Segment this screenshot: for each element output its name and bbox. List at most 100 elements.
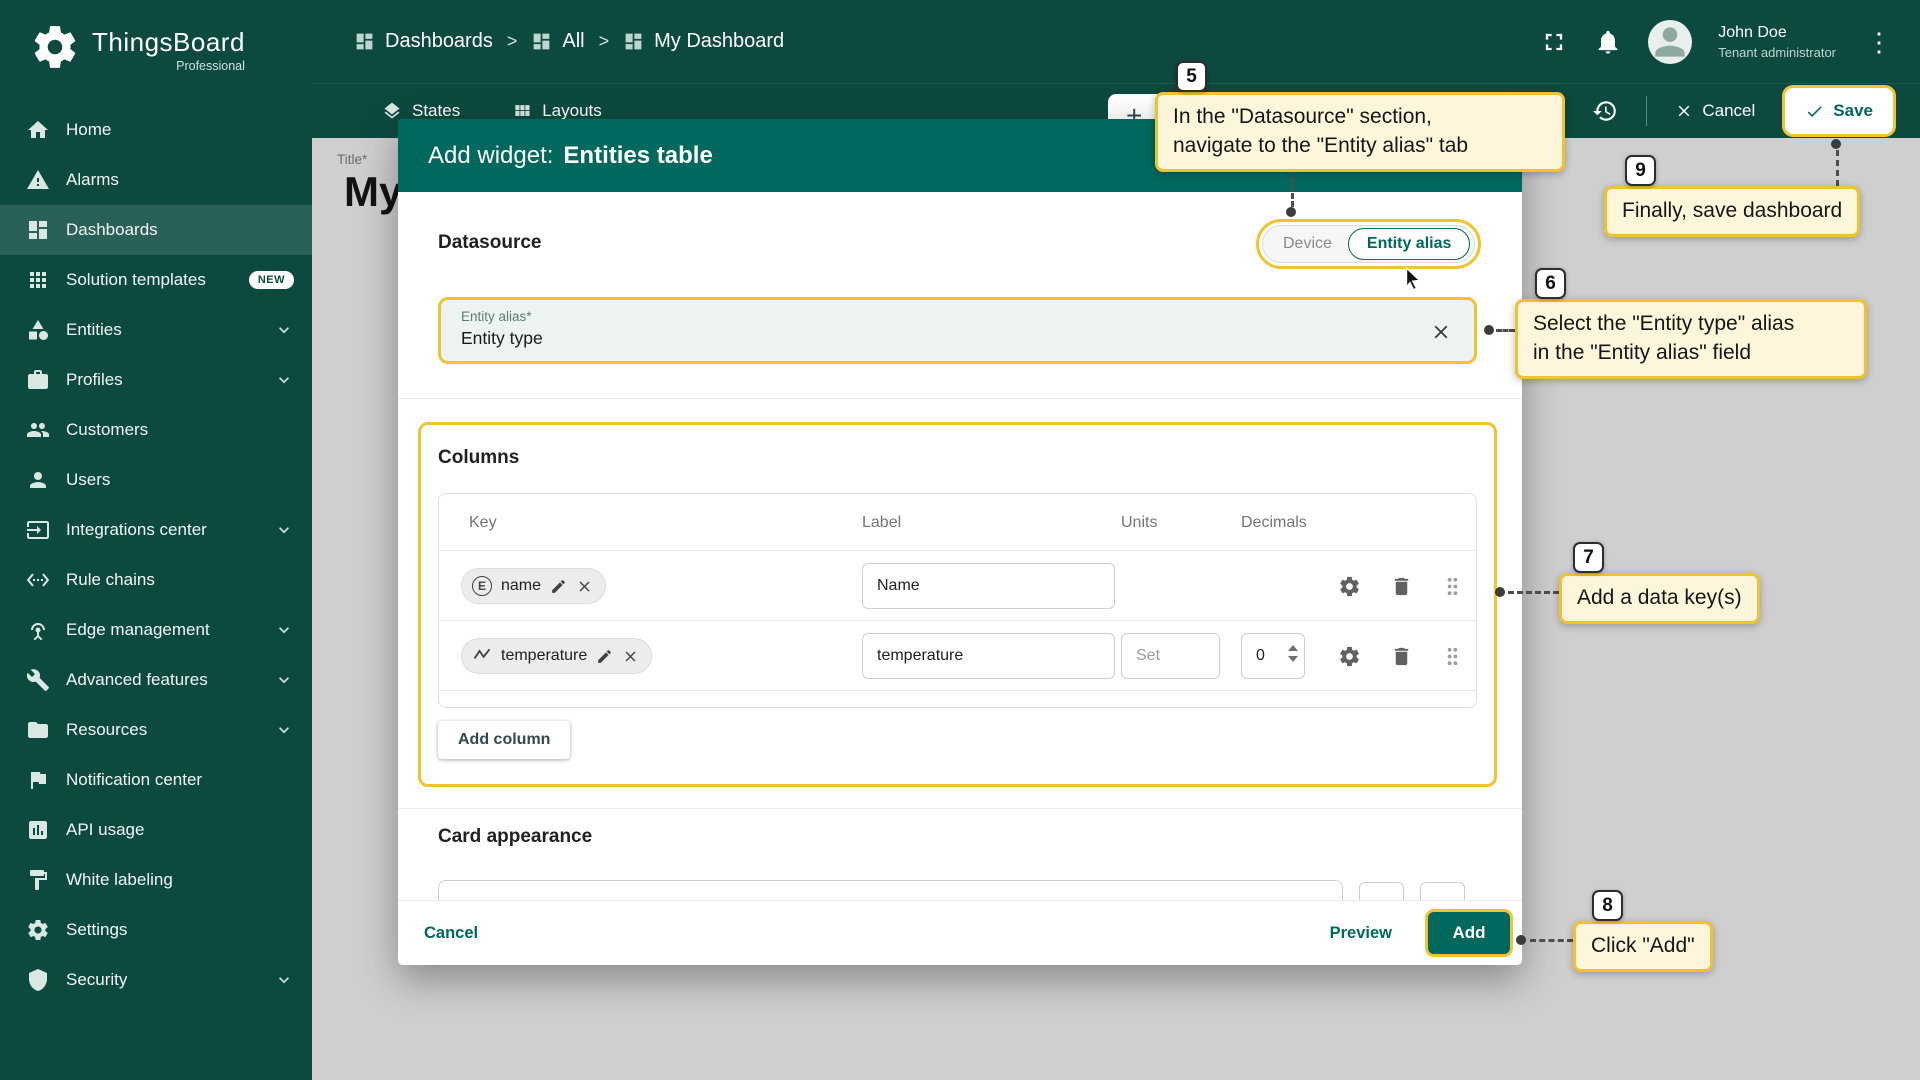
remove-datakey-icon[interactable] <box>622 648 639 665</box>
datakey-chip-name[interactable]: E name <box>461 568 606 604</box>
version-history-icon[interactable] <box>1592 98 1618 124</box>
breadcrumb-item-dashboards[interactable]: Dashboards <box>354 30 493 53</box>
stepper-up-icon[interactable] <box>1288 645 1298 651</box>
kebab-menu-icon[interactable]: ⋮ <box>1862 29 1896 55</box>
user-info[interactable]: John Doe Tenant administrator <box>1718 24 1836 60</box>
column-settings-gear-icon[interactable] <box>1338 645 1361 668</box>
datakey-chip-temperature[interactable]: temperature <box>461 638 652 674</box>
edit-datakey-icon[interactable] <box>596 648 613 665</box>
sidebar-item-notification-center[interactable]: Notification center <box>0 755 312 805</box>
settings-gear-icon <box>26 918 50 942</box>
breadcrumb-item-my-dashboard[interactable]: My Dashboard <box>623 30 784 53</box>
edit-datakey-icon[interactable] <box>550 578 567 595</box>
dashboard-icon <box>354 31 375 52</box>
sidebar-item-settings[interactable]: Settings <box>0 905 312 955</box>
add-column-button[interactable]: Add column <box>438 721 570 759</box>
remove-datakey-icon[interactable] <box>576 578 593 595</box>
columns-table-header: Key Label Units Decimals <box>439 494 1476 551</box>
user-name: John Doe <box>1718 24 1836 42</box>
decimals-stepper[interactable] <box>1288 645 1298 662</box>
drag-handle-icon[interactable] <box>1441 645 1464 668</box>
sidebar-item-resources[interactable]: Resources <box>0 705 312 755</box>
layouts-button[interactable]: Layouts <box>512 101 602 121</box>
label-input[interactable] <box>862 633 1115 679</box>
timeseries-icon <box>472 646 492 666</box>
dashboards-icon <box>26 218 50 242</box>
sidebar-item-advanced-features[interactable]: Advanced features <box>0 655 312 705</box>
entity-alias-tab[interactable]: Entity alias <box>1348 228 1470 260</box>
sidebar-item-label: Security <box>66 970 127 990</box>
callout-step-5: In the "Datasource" section, navigate to… <box>1155 92 1565 172</box>
breadcrumb-item-all[interactable]: All <box>531 30 584 53</box>
sidebar-item-dashboards[interactable]: Dashboards <box>0 205 312 255</box>
close-icon <box>1675 102 1693 120</box>
sidebar-item-alarms[interactable]: Alarms <box>0 155 312 205</box>
thingsboard-logo-icon <box>30 22 80 72</box>
sidebar-item-label: Home <box>66 120 111 140</box>
breadcrumb-label: Dashboards <box>385 30 493 53</box>
states-button[interactable]: States <box>382 101 460 121</box>
column-header-label: Label <box>862 514 901 532</box>
sidebar-item-entities[interactable]: Entities <box>0 305 312 355</box>
dialog-cancel-button[interactable]: Cancel <box>424 924 478 943</box>
delete-column-trash-icon[interactable] <box>1390 645 1413 668</box>
card-appearance-field[interactable] <box>438 880 1343 900</box>
breadcrumb-label: All <box>562 30 584 53</box>
column-header-units: Units <box>1121 514 1157 532</box>
check-icon <box>1805 102 1824 121</box>
app-name: ThingsBoard <box>92 22 245 57</box>
sidebar-item-label: Edge management <box>66 620 210 640</box>
sidebar-item-profiles[interactable]: Profiles <box>0 355 312 405</box>
stepper-down-icon[interactable] <box>1288 656 1298 662</box>
notifications-bell-icon[interactable] <box>1594 28 1622 56</box>
home-icon <box>26 118 50 142</box>
card-appearance-control[interactable] <box>1420 882 1465 900</box>
columns-section: Columns Key Label Units Decimals E name <box>418 422 1497 787</box>
entity-alias-field[interactable]: Entity alias* Entity type <box>438 297 1477 364</box>
sidebar-item-rule-chains[interactable]: Rule chains <box>0 555 312 605</box>
units-input[interactable] <box>1121 633 1220 679</box>
callout-step-6: Select the "Entity type" alias in the "E… <box>1515 299 1867 379</box>
sidebar-item-customers[interactable]: Customers <box>0 405 312 455</box>
sidebar-item-home[interactable]: Home <box>0 105 312 155</box>
dialog-footer: Cancel Preview Add <box>398 900 1522 965</box>
callout-dot <box>1495 587 1505 597</box>
alarm-icon <box>26 168 50 192</box>
add-widget-confirm-button[interactable]: Add <box>1428 912 1510 954</box>
sidebar-nav: Home Alarms Dashboards Solution template… <box>0 105 312 1005</box>
clear-entity-alias-icon[interactable] <box>1430 321 1452 343</box>
app-logo[interactable]: ThingsBoard Professional <box>0 0 312 105</box>
drag-handle-icon[interactable] <box>1441 575 1464 598</box>
chevron-down-icon <box>274 320 294 340</box>
save-dashboard-button[interactable]: Save <box>1785 88 1893 134</box>
sidebar-item-api-usage[interactable]: API usage <box>0 805 312 855</box>
sidebar-item-users[interactable]: Users <box>0 455 312 505</box>
column-header-key: Key <box>469 514 497 532</box>
notification-icon <box>26 768 50 792</box>
sidebar-item-edge-management[interactable]: Edge management <box>0 605 312 655</box>
device-tab[interactable]: Device <box>1267 235 1348 253</box>
columns-heading: Columns <box>438 447 519 469</box>
label-input[interactable] <box>862 563 1115 609</box>
top-header: Dashboards > All > My Dashboard John Doe… <box>312 0 1920 83</box>
datasource-type-toggle-highlight: Device Entity alias <box>1256 219 1481 269</box>
card-appearance-control[interactable] <box>1359 882 1404 900</box>
sidebar-item-label: Dashboards <box>66 220 158 240</box>
delete-column-trash-icon[interactable] <box>1390 575 1413 598</box>
chevron-down-icon <box>274 970 294 990</box>
datakey-row-name: E name <box>439 551 1476 621</box>
sidebar-item-integrations-center[interactable]: Integrations center <box>0 505 312 555</box>
preview-button[interactable]: Preview <box>1330 924 1392 943</box>
sidebar-item-white-labeling[interactable]: White labeling <box>0 855 312 905</box>
avatar[interactable] <box>1648 20 1692 64</box>
cancel-dashboard-edit-button[interactable]: Cancel <box>1675 101 1755 121</box>
sidebar-item-label: Entities <box>66 320 122 340</box>
sidebar-item-security[interactable]: Security <box>0 955 312 1005</box>
step-badge-5: 5 <box>1176 61 1207 92</box>
datasource-heading: Datasource <box>438 232 542 254</box>
breadcrumb-label: My Dashboard <box>654 30 784 53</box>
fullscreen-icon[interactable] <box>1540 28 1568 56</box>
sidebar-item-solution-templates[interactable]: Solution templates NEW <box>0 255 312 305</box>
column-settings-gear-icon[interactable] <box>1338 575 1361 598</box>
chevron-down-icon <box>274 370 294 390</box>
